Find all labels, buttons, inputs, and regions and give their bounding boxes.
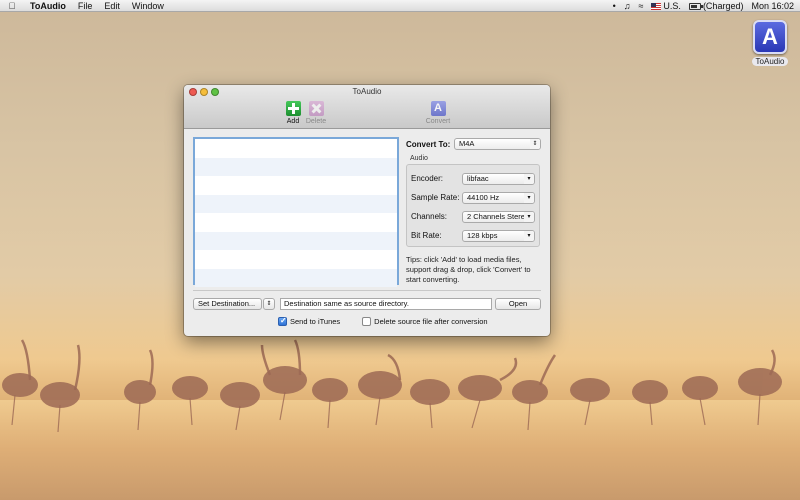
chevron-down-icon: ▾ — [524, 192, 534, 203]
delete-source-checkbox[interactable]: Delete source file after conversion — [362, 317, 488, 326]
menu-file[interactable]: File — [72, 1, 99, 11]
volume-icon[interactable]: ♫ — [624, 1, 631, 11]
convert-button[interactable]: A Convert — [423, 101, 453, 125]
add-icon — [285, 101, 301, 116]
flag-icon — [651, 2, 662, 10]
file-list[interactable] — [193, 137, 399, 287]
checkbox-unchecked-icon — [362, 317, 372, 326]
tips-text: Tips: click 'Add' to load media files, s… — [406, 255, 531, 284]
sample-rate-label: Sample Rate: — [411, 193, 460, 202]
checkbox-checked-icon — [278, 316, 287, 326]
delete-button[interactable]: Delete — [301, 101, 331, 125]
send-to-itunes-checkbox[interactable]: Send to iTunes — [278, 316, 340, 326]
convert-icon: A — [430, 101, 446, 116]
input-source[interactable]: U.S. — [651, 1, 681, 11]
sample-rate-row: Sample Rate: 44100 Hz ▾ — [407, 188, 539, 207]
divider — [193, 290, 541, 291]
clock[interactable]: Mon 16:02 — [751, 1, 794, 11]
status-area: • ♫ ≈ U.S. (Charged) Mon 16:02 — [605, 1, 800, 11]
chevron-down-icon: ▾ — [524, 211, 534, 222]
list-row[interactable] — [195, 213, 397, 232]
bit-rate-row: Bit Rate: 128 kbps ▾ — [407, 226, 539, 245]
toaudio-desktop-icon[interactable]: A ToAudio — [750, 20, 790, 66]
encoder-select[interactable]: libfaac ▾ — [462, 172, 535, 185]
list-row[interactable] — [195, 250, 397, 269]
list-row[interactable] — [195, 157, 397, 176]
battery-status[interactable]: (Charged) — [688, 1, 743, 11]
menu-window[interactable]: Window — [126, 1, 170, 11]
bit-rate-label: Bit Rate: — [411, 231, 442, 240]
destination-menu-stepper[interactable]: ⇕ — [263, 297, 275, 310]
toaudio-window: ToAudio Add Delete A Convert Convert To:… — [184, 85, 550, 336]
convert-to-select[interactable]: M4A ⇕ — [454, 138, 541, 150]
window-titlebar[interactable]: ToAudio Add Delete A Convert — [184, 85, 550, 129]
encoder-row: Encoder: libfaac ▾ — [407, 169, 539, 188]
open-button[interactable]: Open — [495, 297, 541, 310]
options-row: Send to iTunes Delete source file after … — [278, 316, 510, 326]
updown-arrows-icon: ⇕ — [530, 139, 540, 149]
bit-rate-select[interactable]: 128 kbps ▾ — [462, 229, 535, 242]
convert-label: Convert — [425, 118, 451, 125]
bluetooth-icon[interactable]: • — [613, 1, 616, 11]
chevron-down-icon: ▾ — [524, 173, 534, 184]
menu-bar:  ToAudio File Edit Window • ♫ ≈ U.S. (C… — [0, 0, 800, 12]
convert-to-row: Convert To: M4A ⇕ — [406, 137, 541, 151]
delete-label: Delete — [305, 118, 327, 125]
menu-edit[interactable]: Edit — [98, 1, 126, 11]
list-row[interactable] — [195, 194, 397, 213]
toaudio-app-icon: A — [753, 20, 787, 54]
channels-row: Channels: 2 Channels Stereo ▾ — [407, 207, 539, 226]
delete-icon — [308, 101, 324, 116]
audio-settings-box: Encoder: libfaac ▾ Sample Rate: 44100 Hz… — [406, 164, 540, 247]
destination-path-field[interactable]: Destination same as source directory. — [280, 297, 492, 310]
channels-select[interactable]: 2 Channels Stereo ▾ — [462, 210, 535, 223]
sample-rate-select[interactable]: 44100 Hz ▾ — [462, 191, 535, 204]
destination-row: Set Destination... ⇕ Destination same as… — [193, 297, 541, 310]
wifi-icon[interactable]: ≈ — [638, 1, 643, 11]
audio-group: Audio Encoder: libfaac ▾ Sample Rate: 44… — [406, 155, 540, 247]
apple-menu-icon[interactable]:  — [0, 1, 24, 11]
desktop-icon-label: ToAudio — [751, 57, 789, 66]
menu-app-name[interactable]: ToAudio — [24, 1, 72, 11]
battery-icon — [688, 2, 703, 10]
channels-label: Channels: — [411, 212, 448, 221]
list-row[interactable] — [195, 176, 397, 195]
list-row[interactable] — [195, 268, 397, 287]
encoder-label: Encoder: — [411, 174, 444, 183]
chevron-down-icon: ▾ — [524, 230, 534, 241]
window-title: ToAudio — [352, 87, 382, 96]
list-row[interactable] — [195, 139, 397, 158]
convert-to-label: Convert To: — [406, 139, 451, 149]
set-destination-button[interactable]: Set Destination... — [193, 297, 262, 310]
list-row[interactable] — [195, 231, 397, 250]
audio-group-label: Audio — [410, 155, 428, 162]
